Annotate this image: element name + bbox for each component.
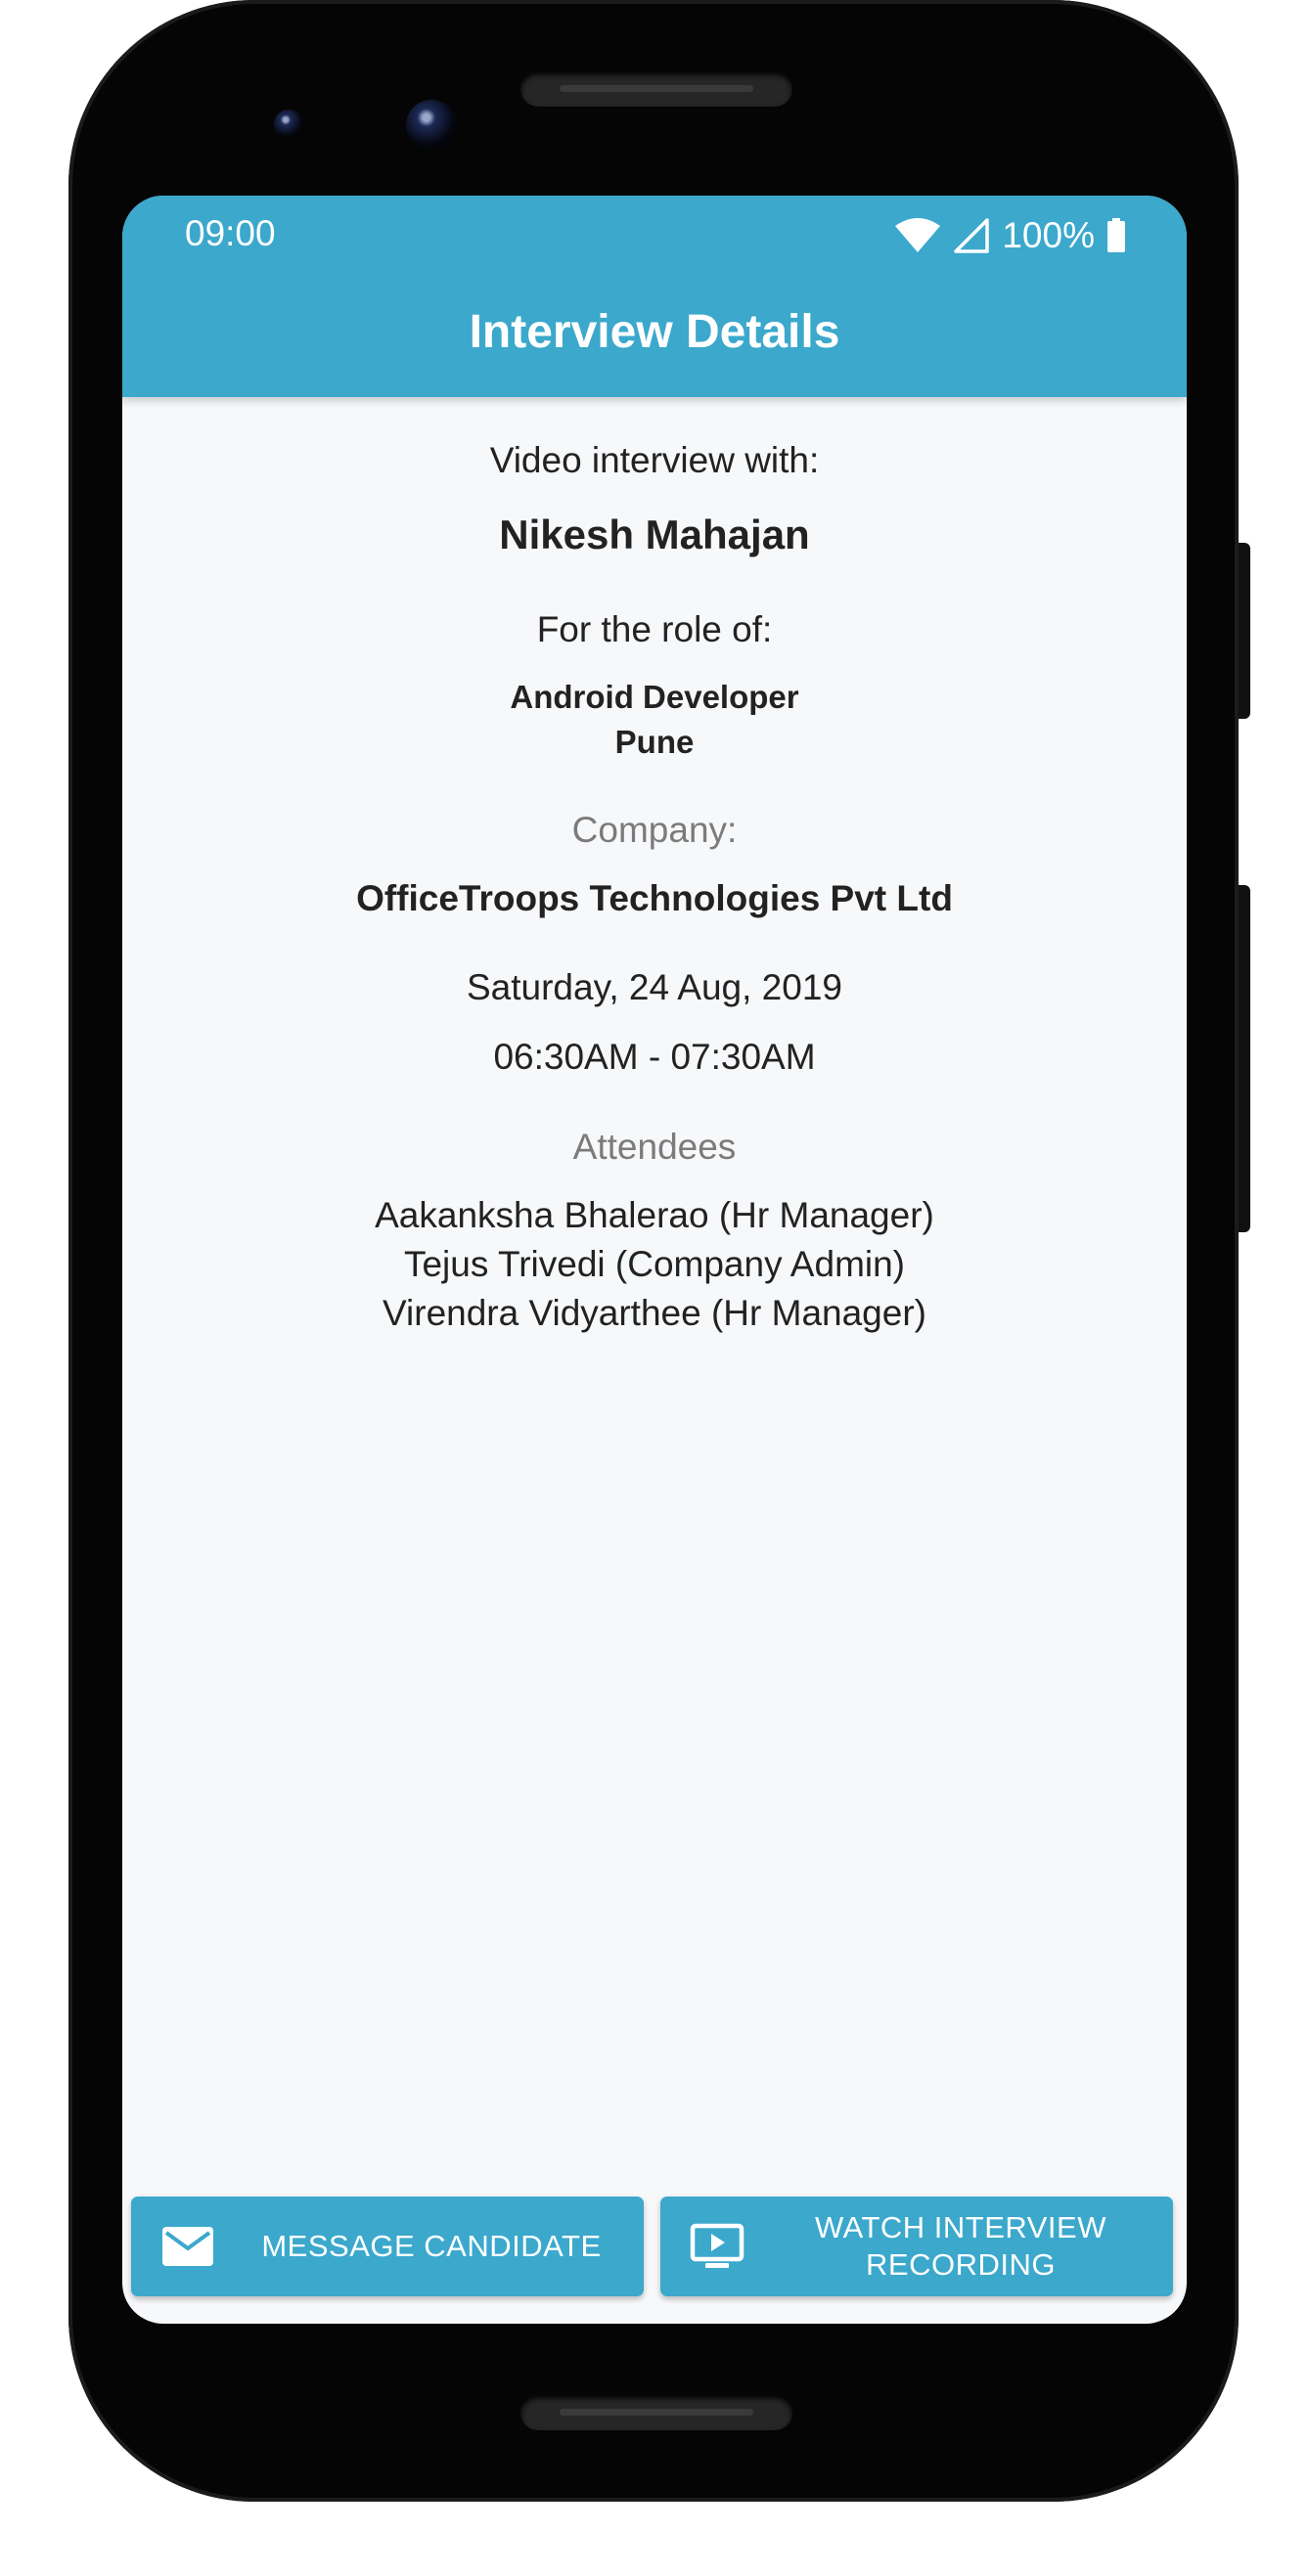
app-screen: 09:00 100% Interview Details Video inter… — [122, 196, 1187, 2324]
status-time: 09:00 — [185, 213, 276, 253]
top-speaker — [520, 71, 792, 107]
signal-icon — [953, 218, 990, 253]
attendee-item: Tejus Trivedi (Company Admin) — [403, 1244, 906, 1284]
volume-button — [1239, 885, 1250, 1232]
watch-recording-label: WATCH INTERVIEW RECORDING — [815, 2210, 1106, 2282]
interview-time: 06:30AM - 07:30AM — [493, 1037, 816, 1077]
power-button — [1239, 543, 1250, 719]
attendee-item: Aakanksha Bhalerao (Hr Manager) — [375, 1195, 934, 1235]
status-icons: 100% — [894, 213, 1126, 258]
wifi-icon — [894, 218, 941, 253]
job-location: Pune — [614, 724, 695, 760]
job-role: Android Developer — [510, 679, 799, 715]
battery-percent: 100% — [1002, 215, 1095, 255]
candidate-name: Nikesh Mahajan — [499, 511, 810, 557]
company-name: OfficeTroops Technologies Pvt Ltd — [356, 878, 953, 918]
front-camera-icon — [406, 100, 457, 151]
page-title: Interview Details — [469, 306, 840, 358]
bottom-speaker — [520, 2395, 792, 2430]
intro-label: Video interview with: — [489, 440, 820, 480]
battery-icon — [1106, 218, 1126, 253]
attendees-label: Attendees — [572, 1127, 737, 1167]
message-candidate-button[interactable]: MESSAGE CANDIDATE — [131, 2197, 644, 2296]
sensor-icon — [274, 110, 303, 139]
role-label: For the role of: — [536, 609, 773, 649]
app-bar: 09:00 100% Interview Details — [122, 196, 1187, 397]
company-label: Company: — [571, 810, 738, 850]
video-recording-icon — [690, 2223, 744, 2270]
message-candidate-label: MESSAGE CANDIDATE — [261, 2229, 602, 2263]
mail-icon — [160, 2223, 215, 2270]
device-mockup: 09:00 100% Interview Details Video inter… — [0, 0, 1308, 2576]
attendees-list: Aakanksha Bhalerao (Hr Manager) Tejus Tr… — [122, 1191, 1187, 1338]
attendee-item: Virendra Vidyarthee (Hr Manager) — [383, 1293, 926, 1333]
watch-recording-button[interactable]: WATCH INTERVIEW RECORDING — [660, 2197, 1173, 2296]
interview-date: Saturday, 24 Aug, 2019 — [466, 967, 842, 1007]
